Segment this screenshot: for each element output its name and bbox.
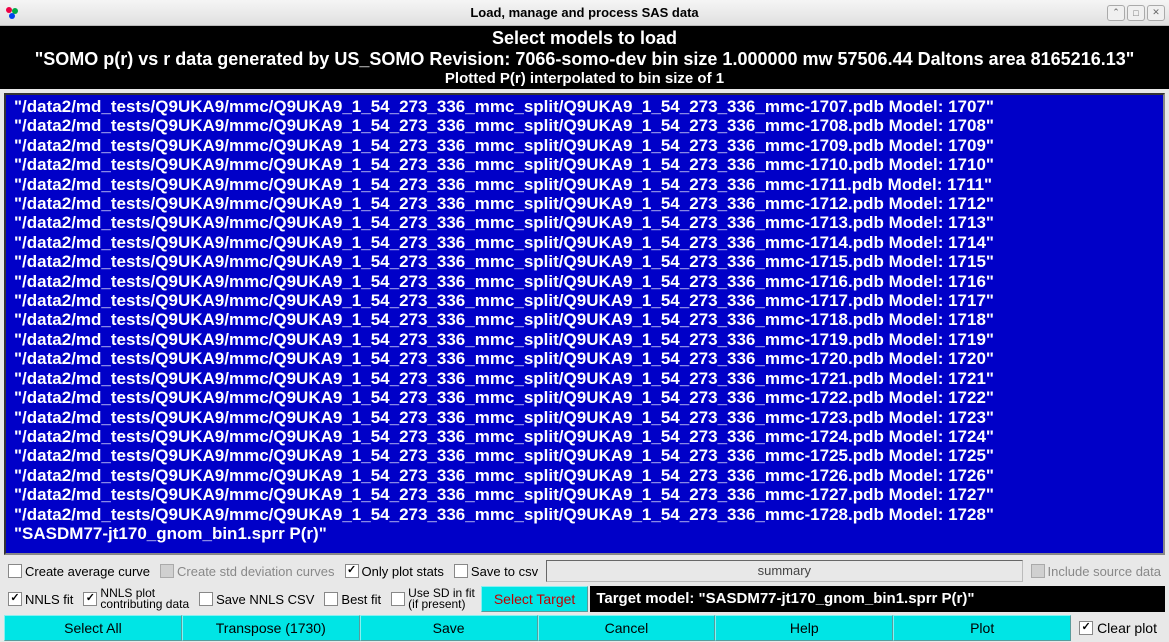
minimize-button[interactable]: ⌃ [1107, 5, 1125, 21]
list-item[interactable]: "/data2/md_tests/Q9UKA9/mmc/Q9UKA9_1_54_… [14, 369, 1155, 388]
list-item[interactable]: "/data2/md_tests/Q9UKA9/mmc/Q9UKA9_1_54_… [14, 116, 1155, 135]
list-item[interactable]: "/data2/md_tests/Q9UKA9/mmc/Q9UKA9_1_54_… [14, 194, 1155, 213]
header-line2: "SOMO p(r) vs r data generated by US_SOM… [0, 49, 1169, 70]
cancel-button[interactable]: Cancel [538, 615, 716, 641]
create-std-label: Create std deviation curves [177, 564, 335, 579]
options-row-2: NNLS fit NNLS plotcontributing data Save… [4, 585, 1165, 613]
header-panel: Select models to load "SOMO p(r) vs r da… [0, 26, 1169, 89]
list-item[interactable]: "/data2/md_tests/Q9UKA9/mmc/Q9UKA9_1_54_… [14, 175, 1155, 194]
list-item[interactable]: "/data2/md_tests/Q9UKA9/mmc/Q9UKA9_1_54_… [14, 505, 1155, 524]
list-item[interactable]: "/data2/md_tests/Q9UKA9/mmc/Q9UKA9_1_54_… [14, 349, 1155, 368]
list-item[interactable]: "/data2/md_tests/Q9UKA9/mmc/Q9UKA9_1_54_… [14, 97, 1155, 116]
create-avg-label: Create average curve [25, 564, 150, 579]
save-nnls-csv-label: Save NNLS CSV [216, 592, 314, 607]
help-button[interactable]: Help [715, 615, 893, 641]
transpose-button[interactable]: Transpose (1730) [182, 615, 360, 641]
only-plot-label: Only plot stats [362, 564, 444, 579]
options-row-1: Create average curve Create std deviatio… [4, 559, 1165, 583]
list-item[interactable]: "/data2/md_tests/Q9UKA9/mmc/Q9UKA9_1_54_… [14, 466, 1155, 485]
clear-plot-checkbox[interactable] [1079, 621, 1093, 635]
list-item[interactable]: "/data2/md_tests/Q9UKA9/mmc/Q9UKA9_1_54_… [14, 136, 1155, 155]
use-sd-checkbox[interactable] [391, 592, 405, 606]
use-sd-label: Use SD in fit(if present) [408, 588, 475, 610]
list-item[interactable]: "/data2/md_tests/Q9UKA9/mmc/Q9UKA9_1_54_… [14, 272, 1155, 291]
clear-plot-label: Clear plot [1097, 620, 1157, 636]
list-item[interactable]: "/data2/md_tests/Q9UKA9/mmc/Q9UKA9_1_54_… [14, 213, 1155, 232]
select-target-button[interactable]: Select Target [481, 586, 588, 612]
save-csv-label: Save to csv [471, 564, 538, 579]
list-item[interactable]: "/data2/md_tests/Q9UKA9/mmc/Q9UKA9_1_54_… [14, 408, 1155, 427]
create-avg-checkbox[interactable] [8, 564, 22, 578]
list-item[interactable]: "/data2/md_tests/Q9UKA9/mmc/Q9UKA9_1_54_… [14, 388, 1155, 407]
list-item[interactable]: "/data2/md_tests/Q9UKA9/mmc/Q9UKA9_1_54_… [14, 291, 1155, 310]
create-std-checkbox [160, 564, 174, 578]
list-item[interactable]: "/data2/md_tests/Q9UKA9/mmc/Q9UKA9_1_54_… [14, 233, 1155, 252]
include-src-label: Include source data [1048, 564, 1161, 579]
best-fit-label: Best fit [341, 592, 381, 607]
nnls-plot-checkbox[interactable] [83, 592, 97, 606]
list-item[interactable]: "/data2/md_tests/Q9UKA9/mmc/Q9UKA9_1_54_… [14, 310, 1155, 329]
nnls-fit-checkbox[interactable] [8, 592, 22, 606]
model-list[interactable]: "/data2/md_tests/Q9UKA9/mmc/Q9UKA9_1_54_… [4, 93, 1165, 555]
save-button[interactable]: Save [360, 615, 538, 641]
header-line1: Select models to load [0, 28, 1169, 49]
list-item[interactable]: "/data2/md_tests/Q9UKA9/mmc/Q9UKA9_1_54_… [14, 155, 1155, 174]
maximize-button[interactable]: □ [1127, 5, 1145, 21]
close-button[interactable]: ✕ [1147, 5, 1165, 21]
titlebar: Load, manage and process SAS data ⌃ □ ✕ [0, 0, 1169, 26]
nnls-plot-label: NNLS plotcontributing data [100, 588, 189, 610]
list-item[interactable]: "/data2/md_tests/Q9UKA9/mmc/Q9UKA9_1_54_… [14, 427, 1155, 446]
select-all-button[interactable]: Select All [4, 615, 182, 641]
nnls-fit-label: NNLS fit [25, 592, 73, 607]
list-item[interactable]: "/data2/md_tests/Q9UKA9/mmc/Q9UKA9_1_54_… [14, 252, 1155, 271]
summary-field[interactable]: summary [546, 560, 1022, 582]
list-item[interactable]: "/data2/md_tests/Q9UKA9/mmc/Q9UKA9_1_54_… [14, 446, 1155, 465]
app-icon [4, 5, 20, 21]
include-src-checkbox [1031, 564, 1045, 578]
save-nnls-csv-checkbox[interactable] [199, 592, 213, 606]
window-title: Load, manage and process SAS data [470, 5, 698, 20]
target-model-display: Target model: "SASDM77-jt170_gnom_bin1.s… [590, 586, 1165, 612]
only-plot-checkbox[interactable] [345, 564, 359, 578]
save-csv-checkbox[interactable] [454, 564, 468, 578]
header-line3: Plotted P(r) interpolated to bin size of… [0, 70, 1169, 87]
best-fit-checkbox[interactable] [324, 592, 338, 606]
button-row: Select All Transpose (1730) Save Cancel … [4, 615, 1165, 641]
list-item[interactable]: "/data2/md_tests/Q9UKA9/mmc/Q9UKA9_1_54_… [14, 330, 1155, 349]
plot-button[interactable]: Plot [893, 615, 1071, 641]
list-item[interactable]: "/data2/md_tests/Q9UKA9/mmc/Q9UKA9_1_54_… [14, 485, 1155, 504]
list-item[interactable]: "SASDM77-jt170_gnom_bin1.sprr P(r)" [14, 524, 1155, 543]
